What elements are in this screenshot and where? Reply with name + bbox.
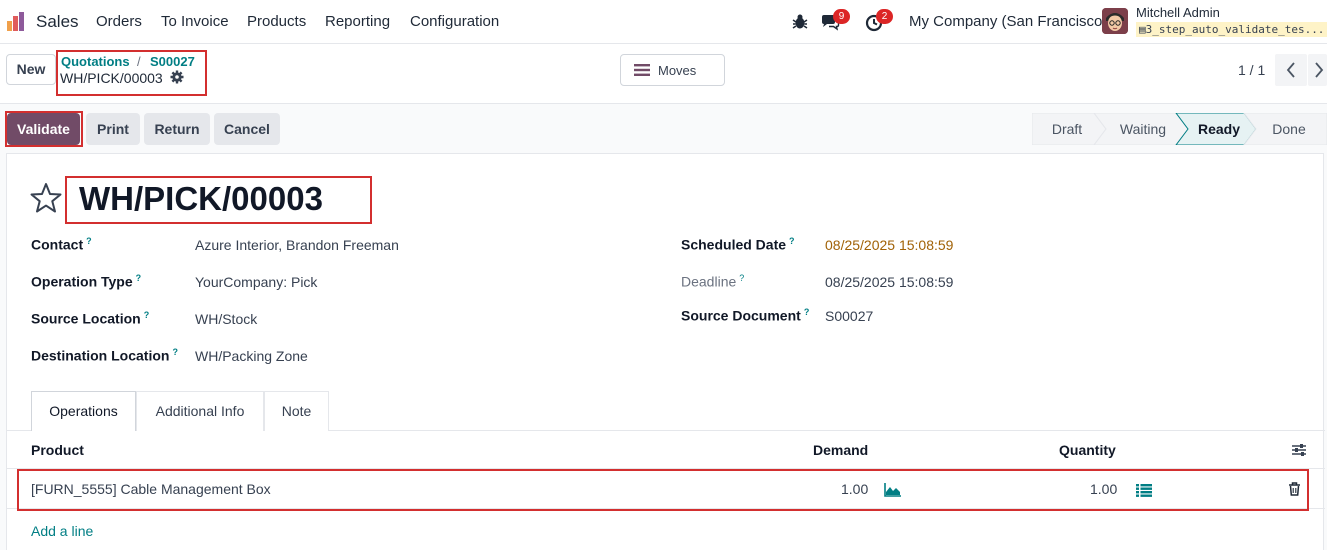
top-navbar: Sales Orders To Invoice Products Reporti… <box>0 0 1327 44</box>
stage-done[interactable]: Done <box>1260 113 1318 145</box>
scheduled-date-label: Scheduled Date? <box>681 236 795 253</box>
menu-products[interactable]: Products <box>247 13 306 30</box>
help-icon[interactable]: ? <box>172 347 178 357</box>
help-icon[interactable]: ? <box>86 236 92 246</box>
pager-value[interactable]: 1 / 1 <box>1238 62 1265 78</box>
moves-smart-button[interactable]: Moves <box>620 54 725 86</box>
deadline-value[interactable]: 08/25/2025 15:08:59 <box>825 274 953 290</box>
column-demand[interactable]: Demand <box>813 442 868 458</box>
bars-icon <box>634 64 650 76</box>
pager-previous-button[interactable] <box>1275 54 1307 86</box>
chevron-left-icon <box>1286 62 1295 78</box>
database-name: ▤3_step_auto_validate_tes... <box>1136 22 1327 37</box>
chevron-right-icon <box>1315 62 1324 78</box>
add-line-link[interactable]: Add a line <box>31 523 93 539</box>
validate-highlight <box>5 111 83 147</box>
destination-location-value[interactable]: WH/Packing Zone <box>195 348 308 364</box>
breadcrumb-order[interactable]: S00027 <box>150 54 195 69</box>
column-settings-sliders-icon[interactable] <box>1291 443 1307 457</box>
stage-waiting[interactable]: Waiting <box>1108 113 1178 145</box>
print-button[interactable]: Print <box>86 113 140 145</box>
control-panel: New Quotations / S00027 WH/PICK/00003 Mo… <box>0 44 1327 104</box>
source-document-value[interactable]: S00027 <box>825 308 873 324</box>
pager-next-button[interactable] <box>1308 54 1327 86</box>
contact-value[interactable]: Azure Interior, Brandon Freeman <box>195 237 399 253</box>
row-highlight <box>17 469 1309 511</box>
new-button[interactable]: New <box>6 54 56 85</box>
breadcrumb-current: WH/PICK/00003 <box>60 70 163 86</box>
column-product[interactable]: Product <box>31 442 84 458</box>
source-location-label: Source Location? <box>31 310 150 327</box>
moves-label: Moves <box>658 63 697 78</box>
tab-additional-info[interactable]: Additional Info <box>136 391 264 431</box>
operation-type-label: Operation Type? <box>31 273 142 290</box>
menu-configuration[interactable]: Configuration <box>410 13 499 30</box>
cancel-button[interactable]: Cancel <box>214 113 280 145</box>
source-location-value[interactable]: WH/Stock <box>195 311 257 327</box>
gear-icon[interactable] <box>170 70 184 84</box>
tab-note[interactable]: Note <box>264 391 329 431</box>
star-favorite-icon[interactable] <box>29 181 63 215</box>
tab-operations[interactable]: Operations <box>31 391 136 431</box>
help-icon[interactable]: ? <box>739 273 744 283</box>
title-highlight <box>65 176 372 224</box>
contact-label: Contact? <box>31 236 92 253</box>
help-icon[interactable]: ? <box>804 307 810 317</box>
source-document-label: Source Document? <box>681 307 810 324</box>
user-avatar[interactable] <box>1102 8 1128 34</box>
destination-location-label: Destination Location? <box>31 347 178 364</box>
company-switcher[interactable]: My Company (San Francisco) <box>909 13 1107 30</box>
scheduled-date-value[interactable]: 08/25/2025 15:08:59 <box>825 237 953 253</box>
help-icon[interactable]: ? <box>144 310 150 320</box>
help-icon[interactable]: ? <box>789 236 795 246</box>
action-bar: Validate Print Return Cancel Draft Waiti… <box>0 104 1327 152</box>
avatar-face-icon <box>1102 8 1128 34</box>
deadline-label: Deadline? <box>681 273 745 290</box>
stage-draft[interactable]: Draft <box>1036 113 1098 145</box>
messages-count-badge: 9 <box>833 9 850 24</box>
user-name[interactable]: Mitchell Admin <box>1136 5 1220 20</box>
column-quantity[interactable]: Quantity <box>1059 442 1116 458</box>
app-name[interactable]: Sales <box>36 12 79 32</box>
help-icon[interactable]: ? <box>136 273 142 283</box>
menu-orders[interactable]: Orders <box>96 13 142 30</box>
table-header: Product Demand Quantity <box>7 431 1325 469</box>
activities-count-badge: 2 <box>876 9 893 24</box>
sales-app-logo-icon[interactable] <box>5 11 27 33</box>
form-sheet: WH/PICK/00003 Contact? Azure Interior, B… <box>6 153 1325 550</box>
database-label: 3_step_auto_validate_tes... <box>1145 23 1325 36</box>
stage-ready[interactable]: Ready <box>1188 113 1250 145</box>
breadcrumb-separator: / <box>137 54 141 69</box>
menu-to-invoice[interactable]: To Invoice <box>161 13 229 30</box>
database-icon: ▤ <box>1139 23 1146 36</box>
menu-reporting[interactable]: Reporting <box>325 13 390 30</box>
return-button[interactable]: Return <box>144 113 210 145</box>
operation-type-value[interactable]: YourCompany: Pick <box>195 274 317 290</box>
debug-bug-icon[interactable] <box>790 12 810 32</box>
breadcrumb-quotations[interactable]: Quotations <box>61 54 130 69</box>
